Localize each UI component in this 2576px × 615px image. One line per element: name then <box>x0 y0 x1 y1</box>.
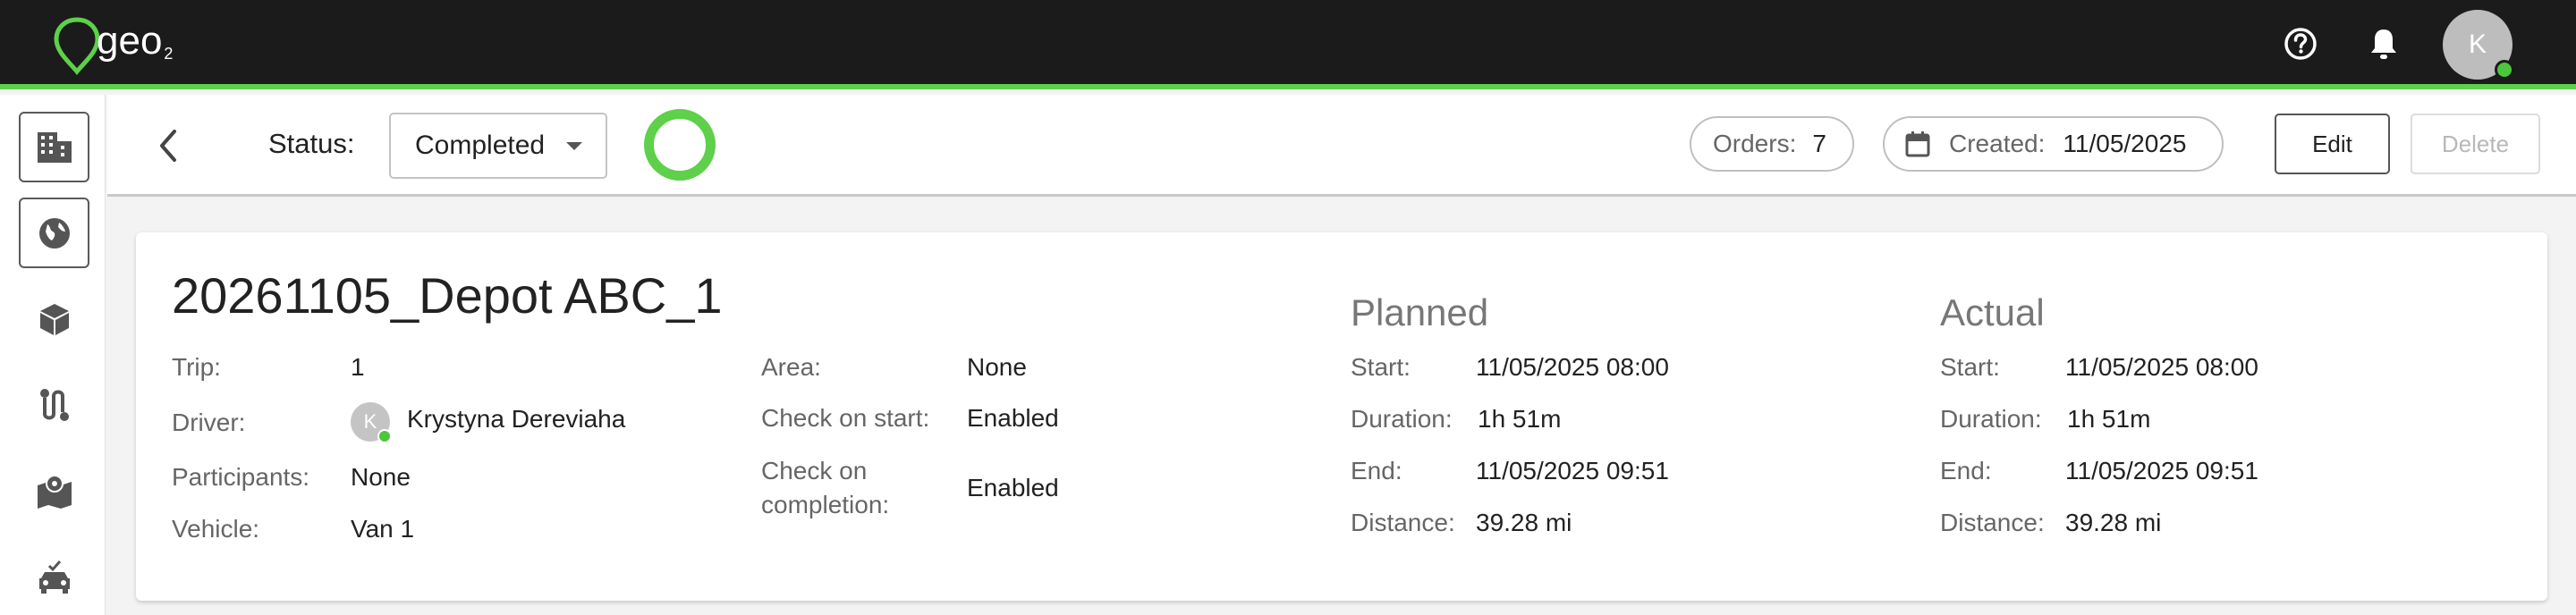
trip-details-card: 20261105_Depot ABC_1 Trip: 1 Driver: K K… <box>136 232 2547 601</box>
vehicle-value: Van 1 <box>351 515 415 543</box>
orders-value: 7 <box>1812 130 1826 157</box>
created-value: 11/05/2025 <box>2063 130 2187 157</box>
check-on-start-label: Check on start: <box>761 404 930 432</box>
status-label: Status: <box>268 128 355 159</box>
route-icon <box>39 388 69 421</box>
app-logo[interactable]: geo 2 <box>52 14 204 77</box>
user-avatar[interactable]: K <box>2443 10 2514 80</box>
planned-end-label: End: <box>1351 457 1402 484</box>
trip-value: 1 <box>351 353 365 381</box>
created-label: Created: <box>1949 130 2046 157</box>
sidebar-item-map[interactable] <box>19 455 89 526</box>
status-dropdown[interactable]: Completed <box>389 113 607 179</box>
sidebar-item-buildings[interactable] <box>19 112 89 182</box>
sidebar-item-globe[interactable] <box>19 198 89 268</box>
actual-distance-label: Distance: <box>1940 509 2045 536</box>
planned-distance-label: Distance: <box>1351 509 1455 536</box>
trip-label: Trip: <box>172 353 221 381</box>
check-on-completion-label-line1: Check on <box>761 457 868 484</box>
check-on-start-value: Enabled <box>967 404 1059 432</box>
sidebar-item-routes[interactable] <box>19 369 89 440</box>
actual-end-label: End: <box>1940 457 1992 484</box>
driver-label: Driver: <box>172 409 246 436</box>
planned-duration-label: Duration: <box>1351 405 1453 433</box>
planned-end-value: 11/05/2025 09:51 <box>1476 457 1669 484</box>
planned-title: Planned <box>1351 291 1489 333</box>
created-date-pill[interactable]: Created: 11/05/2025 <box>1883 116 2224 172</box>
logo-text: geo <box>97 19 163 63</box>
status-value: Completed <box>415 131 546 160</box>
trip-title: 20261105_Depot ABC_1 <box>172 267 723 324</box>
planned-distance-value: 39.28 mi <box>1476 509 1572 536</box>
orders-count-pill[interactable]: Orders: 7 <box>1690 116 1854 172</box>
online-status-dot <box>2495 60 2514 80</box>
top-bar: geo 2 K <box>0 0 2576 89</box>
driver-initial: K <box>363 410 377 433</box>
check-on-completion-value: Enabled <box>967 474 1059 501</box>
vehicle-label: Vehicle: <box>172 515 260 543</box>
orders-label: Orders: <box>1713 130 1797 157</box>
edit-button[interactable]: Edit <box>2275 114 2390 174</box>
calendar-icon <box>1905 131 1930 157</box>
planned-duration-value: 1h 51m <box>1478 405 1562 433</box>
actual-duration-label: Duration: <box>1940 405 2042 433</box>
caret-down-icon <box>566 142 582 150</box>
map-icon <box>37 474 72 509</box>
globe-icon <box>38 217 70 249</box>
actual-start-value: 11/05/2025 08:00 <box>2065 353 2258 381</box>
sidebar-item-vehicles[interactable] <box>19 541 89 611</box>
driver-online-dot <box>377 429 392 443</box>
box-icon <box>39 303 69 335</box>
sidebar <box>0 95 106 615</box>
check-on-completion-label-line2: completion: <box>761 491 890 518</box>
sidebar-item-packages[interactable] <box>19 283 89 354</box>
participants-value: None <box>351 463 411 491</box>
chevron-left-icon <box>160 130 176 162</box>
car-check-icon <box>38 560 70 594</box>
building-icon <box>37 131 72 163</box>
bell-icon[interactable] <box>2363 23 2404 64</box>
logo-subscript: 2 <box>164 44 174 63</box>
area-value: None <box>967 353 1027 381</box>
actual-duration-value: 1h 51m <box>2067 405 2151 433</box>
help-icon[interactable] <box>2280 23 2321 64</box>
actual-start-label: Start: <box>1940 353 2000 381</box>
back-button[interactable] <box>150 123 186 168</box>
trip-toolbar: Status: Completed Orders: 7 Created: 11/… <box>107 95 2576 197</box>
planned-start-value: 11/05/2025 08:00 <box>1476 353 1669 381</box>
participants-label: Participants: <box>172 463 310 491</box>
actual-title: Actual <box>1940 291 2045 333</box>
area-label: Area: <box>761 353 821 381</box>
delete-button[interactable]: Delete <box>2411 114 2540 174</box>
location-pin-icon <box>54 17 100 75</box>
user-initial: K <box>2468 29 2487 59</box>
actual-distance-value: 39.28 mi <box>2065 509 2162 536</box>
driver-value[interactable]: Krystyna Dereviaha <box>407 402 625 436</box>
actual-end-value: 11/05/2025 09:51 <box>2065 457 2258 484</box>
driver-avatar: K <box>351 402 392 443</box>
planned-start-label: Start: <box>1351 353 1411 381</box>
status-indicator-ring <box>644 109 716 181</box>
